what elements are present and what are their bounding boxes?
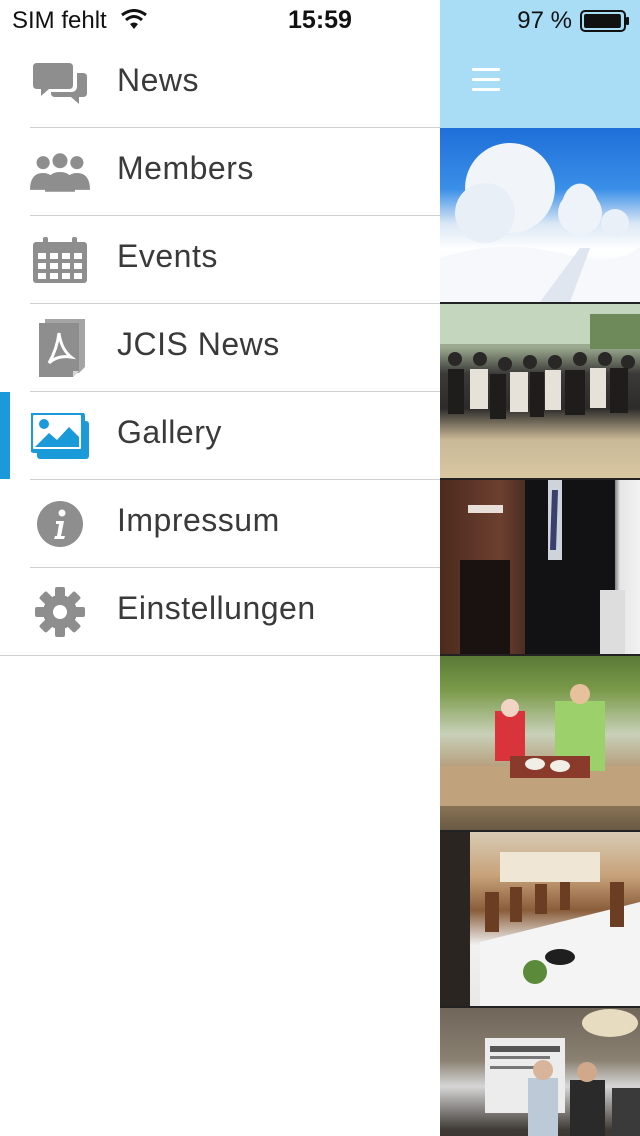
menu-item-label: News	[117, 62, 200, 98]
chat-bubbles-icon	[30, 58, 90, 110]
people-icon	[30, 146, 90, 198]
menu-item-einstellungen[interactable]: Einstellungen	[0, 568, 440, 656]
menu-item-news[interactable]: News	[30, 40, 440, 128]
image-gallery-icon	[30, 410, 90, 462]
gallery-thumbnail[interactable]	[440, 1008, 640, 1136]
menu-item-gallery[interactable]: Gallery	[30, 392, 440, 480]
status-bar: SIM fehlt 15:59 97 %	[0, 0, 640, 40]
menu-item-label: Members	[117, 150, 254, 186]
menu-item-members[interactable]: Members	[30, 128, 440, 216]
hamburger-menu-icon[interactable]	[472, 68, 500, 94]
battery-percentage: 97 %	[517, 7, 572, 34]
menu-item-label: Gallery	[117, 414, 222, 450]
menu-item-events[interactable]: Events	[30, 216, 440, 304]
drawer-menu: News Members Events JCIS News Gallery Im…	[0, 40, 440, 656]
gear-icon	[30, 586, 90, 638]
info-icon	[30, 498, 90, 550]
menu-item-label: Impressum	[117, 502, 280, 538]
menu-item-label: Einstellungen	[117, 590, 316, 626]
gallery-content-panel	[440, 0, 640, 1136]
gallery-grid	[440, 128, 640, 1136]
active-item-indicator	[0, 392, 10, 479]
gallery-thumbnail[interactable]	[440, 656, 640, 830]
menu-item-label: JCIS News	[117, 326, 280, 362]
gallery-thumbnail[interactable]	[440, 128, 640, 302]
pdf-document-icon	[30, 319, 90, 377]
menu-item-jcis-news[interactable]: JCIS News	[30, 304, 440, 392]
gallery-thumbnail[interactable]	[440, 304, 640, 478]
menu-item-label: Events	[117, 238, 218, 274]
gallery-thumbnail[interactable]	[440, 832, 640, 1006]
battery-icon	[580, 10, 630, 32]
calendar-icon	[30, 234, 90, 286]
gallery-thumbnail[interactable]	[440, 480, 640, 654]
navigation-drawer: News Members Events JCIS News Gallery Im…	[0, 0, 440, 1136]
menu-item-impressum[interactable]: Impressum	[30, 480, 440, 568]
